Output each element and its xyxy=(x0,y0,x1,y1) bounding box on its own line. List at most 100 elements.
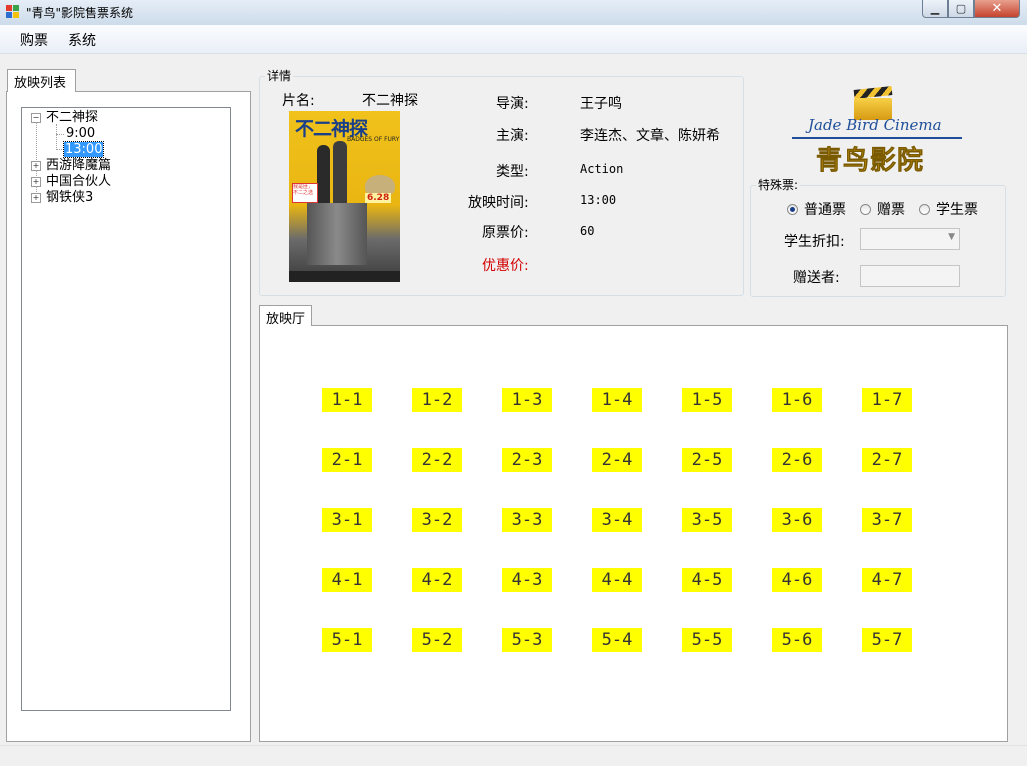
minimize-icon: ▁ xyxy=(930,2,940,15)
poster-machinery xyxy=(307,203,367,265)
seat-button[interactable]: 3-2 xyxy=(412,508,462,532)
seat-button[interactable]: 3-7 xyxy=(862,508,912,532)
seat-button[interactable]: 1-4 xyxy=(592,388,642,412)
seat-button[interactable]: 4-7 xyxy=(862,568,912,592)
poster-figure xyxy=(333,141,347,205)
seat-button[interactable]: 3-4 xyxy=(592,508,642,532)
radio-label: 普通票 xyxy=(804,202,846,218)
seat-button[interactable]: 1-2 xyxy=(412,388,462,412)
seat-button[interactable]: 2-5 xyxy=(682,448,732,472)
seat-button[interactable]: 2-3 xyxy=(502,448,552,472)
director-label: 导演: xyxy=(496,96,529,112)
screening-tree[interactable]: − 不二神探 9:00 13:00 + 西游降魔篇 + 中国合伙人 + 钢铁侠3 xyxy=(21,107,231,711)
gifter-label: 赠送者: xyxy=(793,270,840,286)
tree-node-movie[interactable]: 中国合伙人 xyxy=(46,174,111,189)
chevron-down-icon: ▼ xyxy=(948,232,955,242)
seat-button[interactable]: 4-1 xyxy=(322,568,372,592)
poster-figure xyxy=(317,145,330,205)
seat-button[interactable]: 3-3 xyxy=(502,508,552,532)
expand-icon[interactable]: + xyxy=(31,161,41,171)
logo-chinese-text: 青鸟影院 xyxy=(816,146,925,177)
seat-button[interactable]: 5-1 xyxy=(322,628,372,652)
poster-image: 不二神探 BADGES OF FURY 我是匪，不二之选 6.28 xyxy=(289,111,400,282)
poster-tag: 我是匪，不二之选 xyxy=(292,183,318,203)
expand-icon[interactable]: + xyxy=(31,193,41,203)
radio-selected-icon xyxy=(787,203,798,215)
radio-label: 赠票 xyxy=(877,202,905,218)
poster-footer xyxy=(289,271,400,282)
close-button[interactable]: ✕ xyxy=(974,0,1020,18)
showtime-label: 放映时间: xyxy=(468,195,529,211)
seat-button[interactable]: 5-6 xyxy=(772,628,822,652)
tab-hall[interactable]: 放映厅 xyxy=(259,305,312,327)
menu-system[interactable]: 系统 xyxy=(68,30,96,50)
gifter-input[interactable] xyxy=(860,265,960,287)
radio-icon xyxy=(860,203,871,215)
seat-button[interactable]: 3-5 xyxy=(682,508,732,532)
seat-button[interactable]: 4-5 xyxy=(682,568,732,592)
director-value: 王子鸣 xyxy=(580,96,622,112)
genre-value: Action xyxy=(580,162,624,176)
title-value: 不二神探 xyxy=(362,93,418,109)
seat-button[interactable]: 1-6 xyxy=(772,388,822,412)
logo-english-text: Jade Bird Cinema xyxy=(808,116,942,134)
seat-button[interactable]: 2-6 xyxy=(772,448,822,472)
student-discount-dropdown[interactable]: ▼ xyxy=(860,228,960,250)
special-ticket-label: 特殊票: xyxy=(756,176,801,193)
radio-gift-ticket[interactable]: 赠票 xyxy=(860,199,905,219)
menu-buy-ticket[interactable]: 购票 xyxy=(20,30,48,50)
title-bar: "青鸟"影院售票系统 ▁ ▢ ✕ xyxy=(0,0,1027,26)
discount-price-label: 优惠价: xyxy=(482,258,529,274)
tree-node-showtime-selected[interactable]: 13:00 xyxy=(62,141,105,158)
app-icon xyxy=(6,5,20,19)
details-group-label: 详情 xyxy=(265,67,294,84)
showtime-value: 13:00 xyxy=(580,193,617,207)
window-title: "青鸟"影院售票系统 xyxy=(26,6,134,20)
price-label: 原票价: xyxy=(482,225,529,241)
seat-button[interactable]: 4-4 xyxy=(592,568,642,592)
minimize-button[interactable]: ▁ xyxy=(922,0,948,18)
radio-icon xyxy=(919,203,930,215)
radio-student-ticket[interactable]: 学生票 xyxy=(919,199,978,219)
expand-icon[interactable]: + xyxy=(31,177,41,187)
title-label: 片名: xyxy=(282,93,315,109)
seat-button[interactable]: 2-1 xyxy=(322,448,372,472)
seat-button[interactable]: 5-7 xyxy=(862,628,912,652)
seat-button[interactable]: 3-6 xyxy=(772,508,822,532)
seat-button[interactable]: 4-3 xyxy=(502,568,552,592)
seat-button[interactable]: 2-2 xyxy=(412,448,462,472)
status-strip xyxy=(0,745,1027,766)
radio-normal-ticket[interactable]: 普通票 xyxy=(787,199,846,219)
tab-screening-list[interactable]: 放映列表 xyxy=(7,69,76,92)
tree-node-movie[interactable]: 不二神探 xyxy=(46,110,98,125)
seat-button[interactable]: 5-5 xyxy=(682,628,732,652)
seat-button[interactable]: 3-1 xyxy=(322,508,372,532)
tree-line xyxy=(56,149,64,150)
seat-button[interactable]: 1-7 xyxy=(862,388,912,412)
tree-node-showtime[interactable]: 9:00 xyxy=(66,126,95,141)
seat-button[interactable]: 4-2 xyxy=(412,568,462,592)
genre-label: 类型: xyxy=(496,164,529,180)
tree-node-movie[interactable]: 西游降魔篇 xyxy=(46,158,111,173)
seat-button[interactable]: 5-2 xyxy=(412,628,462,652)
poster-subtitle: BADGES OF FURY xyxy=(347,136,400,143)
seat-button[interactable]: 2-7 xyxy=(862,448,912,472)
seat-button[interactable]: 2-4 xyxy=(592,448,642,472)
menu-bar: 购票 系统 xyxy=(0,25,1027,54)
actors-value: 李连杰、文章、陈妍希 xyxy=(580,128,720,144)
seat-button[interactable]: 1-1 xyxy=(322,388,372,412)
tree-node-movie[interactable]: 钢铁侠3 xyxy=(46,190,93,205)
maximize-icon: ▢ xyxy=(955,2,967,15)
tree-line xyxy=(56,124,57,150)
maximize-button[interactable]: ▢ xyxy=(948,0,974,18)
seat-button[interactable]: 4-6 xyxy=(772,568,822,592)
actors-label: 主演: xyxy=(496,128,529,144)
seat-button[interactable]: 1-3 xyxy=(502,388,552,412)
student-discount-label: 学生折扣: xyxy=(784,234,845,250)
collapse-icon[interactable]: − xyxy=(31,113,41,123)
price-value: 60 xyxy=(580,224,595,238)
seat-button[interactable]: 1-5 xyxy=(682,388,732,412)
poster-date: 6.28 xyxy=(365,193,392,203)
seat-button[interactable]: 5-3 xyxy=(502,628,552,652)
seat-button[interactable]: 5-4 xyxy=(592,628,642,652)
